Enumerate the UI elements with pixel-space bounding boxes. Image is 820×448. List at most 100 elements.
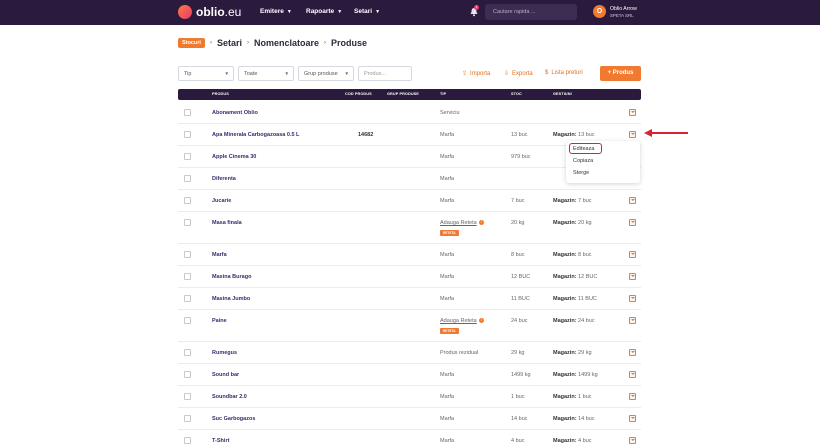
column-header-stoc[interactable]: STOC	[511, 92, 522, 96]
product-name-link[interactable]: T-Shirt	[212, 438, 229, 444]
row-actions-dropdown-icon[interactable]	[629, 295, 636, 302]
product-stock: 979 buc	[511, 154, 531, 160]
table-row[interactable]: Masina Jumbo Marfa 11 BUC Magazin: 11 BUC	[178, 288, 641, 310]
column-header-cod[interactable]: COD PRODUS	[345, 92, 372, 96]
nav-setari[interactable]: Setari ▼	[354, 8, 380, 15]
price-list-link[interactable]: $ Lista preturi	[545, 70, 583, 76]
nav-emitere[interactable]: Emitere ▼	[260, 8, 292, 15]
column-header-tip[interactable]: TIP	[440, 92, 446, 96]
row-actions-dropdown-icon[interactable]	[629, 437, 636, 444]
product-name-link[interactable]: Diferenta	[212, 176, 236, 182]
row-checkbox[interactable]	[184, 131, 191, 138]
row-checkbox[interactable]	[184, 219, 191, 226]
filter-grup-select[interactable]: Grup produse ▼	[298, 66, 354, 81]
nav-rapoarte[interactable]: Rapoarte ▼	[306, 8, 342, 15]
product-code: 14682	[358, 132, 374, 138]
add-recipe-label: Adauga Reteta	[440, 220, 477, 226]
product-warehouse-stock: Magazin: 13 buc	[553, 132, 595, 138]
export-link[interactable]: ⇩ Exporta	[504, 70, 533, 78]
product-warehouse-stock: Magazin: 1 buc	[553, 394, 592, 400]
column-header-produs[interactable]: PRODUS	[212, 92, 229, 96]
product-name-link[interactable]: Apple Cinema 30	[212, 154, 256, 160]
row-checkbox[interactable]	[184, 175, 191, 182]
table-row[interactable]: Masa finala Adauga Reteta! RETETA 20 kg Maga…	[178, 212, 641, 244]
product-name-link[interactable]: Apa Minerala Carbogazoasa 0.5 L	[212, 132, 299, 138]
table-row[interactable]: Sound bar Marfa 1499 kg Magazin: 1499 kg	[178, 364, 641, 386]
warehouse-label: Magazin:	[553, 274, 577, 280]
table-row[interactable]: Paine Adauga Reteta! RETETA 24 buc Magazin: …	[178, 310, 641, 342]
row-actions-dropdown-icon[interactable]	[629, 251, 636, 258]
row-actions-dropdown-icon[interactable]	[629, 219, 636, 226]
add-recipe-link[interactable]: Adauga Reteta!	[440, 220, 484, 226]
product-name-link[interactable]: Marfa	[212, 252, 227, 258]
table-row[interactable]: Suc Garbogazos Marfa 14 buc Magazin: 14 buc	[178, 408, 641, 430]
warehouse-value: 1499 kg	[576, 372, 598, 378]
row-checkbox[interactable]	[184, 197, 191, 204]
brand-name: oblio	[196, 5, 225, 19]
product-stock: 14 buc	[511, 416, 528, 422]
row-checkbox[interactable]	[184, 437, 191, 444]
warehouse-value: 4 buc	[576, 438, 592, 444]
avatar[interactable]: O	[593, 5, 606, 18]
product-name-link[interactable]: Abonament Oblio	[212, 110, 258, 116]
product-name-link[interactable]: Soundbar 2.0	[212, 394, 247, 400]
column-header-grup[interactable]: GRUP PRODUSE	[387, 92, 419, 96]
import-link[interactable]: ⇪ Importa	[462, 70, 490, 78]
table-header: PRODUS COD PRODUS GRUP PRODUSE TIP STOC …	[178, 89, 641, 100]
row-actions-dropdown-icon[interactable]	[629, 273, 636, 280]
table-row[interactable]: Rumegus Produs rezidual 29 kg Magazin: 29 k…	[178, 342, 641, 364]
row-checkbox[interactable]	[184, 415, 191, 422]
row-checkbox[interactable]	[184, 273, 191, 280]
row-actions-dropdown-icon[interactable]	[629, 415, 636, 422]
table-row[interactable]: Marfa Marfa 8 buc Magazin: 8 buc	[178, 244, 641, 266]
filter-tip-select[interactable]: Tip ▼	[178, 66, 234, 81]
product-name-link[interactable]: Masina Burago	[212, 274, 251, 280]
download-icon: ⇩	[504, 71, 510, 77]
product-name-link[interactable]: Paine	[212, 318, 227, 324]
breadcrumb-setari[interactable]: Setari	[217, 38, 242, 48]
chevron-down-icon: ▼	[286, 8, 292, 15]
breadcrumb-nomenclatoare[interactable]: Nomenclatoare	[254, 38, 319, 48]
add-product-button[interactable]: + Produs	[600, 66, 641, 81]
product-name-link[interactable]: Masa finala	[212, 220, 242, 226]
product-type: Marfa	[440, 252, 455, 258]
table-row[interactable]: Masina Burago Marfa 12 BUC Magazin: 12 BUC	[178, 266, 641, 288]
row-checkbox[interactable]	[184, 349, 191, 356]
row-checkbox[interactable]	[184, 295, 191, 302]
product-name-link[interactable]: Suc Garbogazos	[212, 416, 255, 422]
table-row[interactable]: Abonament Oblio Serviciu	[178, 102, 641, 124]
row-checkbox[interactable]	[184, 317, 191, 324]
column-header-gestiuni[interactable]: GESTIUNI	[553, 92, 572, 96]
row-actions-dropdown-icon[interactable]	[629, 131, 636, 138]
table-row[interactable]: Soundbar 2.0 Marfa 1 buc Magazin: 1 buc	[178, 386, 641, 408]
menu-item-copy[interactable]: Copiaza	[573, 158, 593, 164]
filter-toate-select[interactable]: Toate ▼	[238, 66, 294, 81]
quick-search-input[interactable]: Cautare rapida ...	[485, 4, 577, 20]
menu-item-delete[interactable]: Sterge	[573, 170, 589, 176]
row-actions-dropdown-icon[interactable]	[629, 317, 636, 324]
row-checkbox[interactable]	[184, 251, 191, 258]
row-actions-dropdown-icon[interactable]	[629, 393, 636, 400]
product-type: Marfa	[440, 274, 455, 280]
add-recipe-link[interactable]: Adauga Reteta!	[440, 318, 484, 324]
table-row[interactable]: Jucarie Marfa 7 buc Magazin: 7 buc	[178, 190, 641, 212]
brand-logo[interactable]: oblio.eu	[178, 5, 241, 19]
product-name-link[interactable]: Rumegus	[212, 350, 237, 356]
product-name-link[interactable]: Masina Jumbo	[212, 296, 250, 302]
table-row[interactable]: T-Shirt Marfa 4 buc Magazin: 4 buc	[178, 430, 641, 448]
row-actions-dropdown-icon[interactable]	[629, 371, 636, 378]
menu-item-edit[interactable]: Editeaza	[573, 146, 594, 152]
row-actions-dropdown-icon[interactable]	[629, 197, 636, 204]
user-name[interactable]: Oblio Arrow	[610, 6, 637, 12]
row-checkbox[interactable]	[184, 371, 191, 378]
row-checkbox[interactable]	[184, 153, 191, 160]
product-type: Marfa	[440, 176, 455, 182]
row-checkbox[interactable]	[184, 109, 191, 116]
filter-produs-input[interactable]: Produs...	[358, 66, 412, 81]
row-checkbox[interactable]	[184, 393, 191, 400]
row-actions-dropdown-icon[interactable]	[629, 109, 636, 116]
breadcrumb-section-badge[interactable]: Stocuri	[178, 38, 205, 48]
product-name-link[interactable]: Jucarie	[212, 198, 231, 204]
row-actions-dropdown-icon[interactable]	[629, 349, 636, 356]
product-name-link[interactable]: Sound bar	[212, 372, 239, 378]
